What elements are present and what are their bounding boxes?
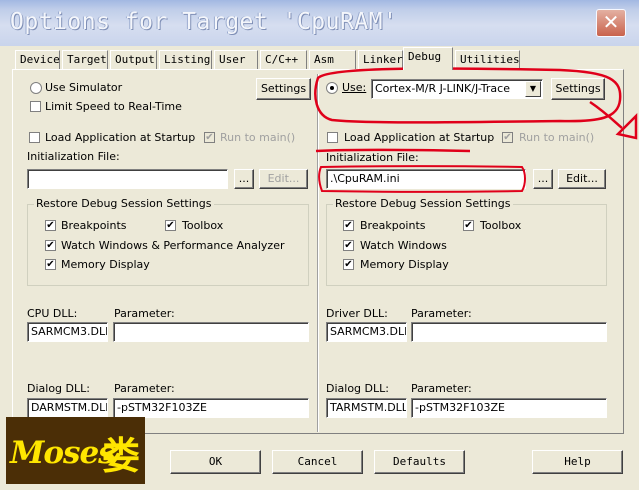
watermark-glyph: 娄 [102,434,141,478]
annotation-underline-load-app [315,148,471,153]
annotation-init-file-box [318,165,526,193]
watermark-logo: Moses 娄 [6,417,145,484]
watermark-text: Moses [10,435,116,471]
annotation-circle [314,67,622,124]
tab-debug[interactable]: Debug [403,47,453,70]
